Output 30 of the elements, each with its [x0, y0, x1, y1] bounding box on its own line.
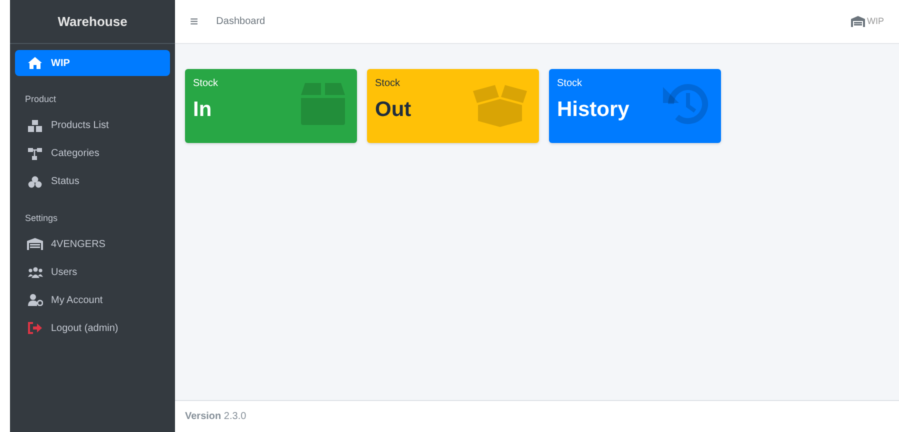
- users-icon: [28, 266, 42, 278]
- nav-item[interactable]: WIP: [15, 50, 170, 76]
- hierarchy-icon: [28, 148, 42, 160]
- home-icon: [28, 57, 42, 69]
- nav-item[interactable]: Status: [15, 168, 170, 194]
- stock-card[interactable]: Stock History: [549, 69, 721, 143]
- card-title: History: [557, 97, 630, 123]
- breadcrumb: Dashboard: [216, 15, 266, 29]
- card-title: In: [193, 97, 212, 123]
- nav-item[interactable]: Users: [15, 259, 170, 285]
- stock-card[interactable]: Stock Out: [367, 69, 539, 143]
- warehouse-icon: [27, 238, 43, 250]
- section-header: Product: [24, 93, 58, 106]
- nav-item[interactable]: Logout (admin): [15, 315, 170, 341]
- nav-item[interactable]: Categories: [15, 140, 170, 166]
- card-caption: Stock: [557, 77, 584, 91]
- nav-item[interactable]: My Account: [15, 287, 170, 313]
- card-caption: Stock: [375, 77, 402, 91]
- section-header: Settings: [24, 212, 59, 225]
- user-gear-icon: [28, 294, 42, 306]
- nav-item[interactable]: Products List: [15, 112, 170, 138]
- card-title: Out: [375, 97, 412, 123]
- version-text: Version 2.3.0: [185, 410, 246, 424]
- logout-icon: [28, 322, 42, 334]
- menu-button[interactable]: ≡: [190, 11, 198, 32]
- boxes-icon: [28, 120, 42, 132]
- brand-title: Warehouse: [58, 12, 128, 31]
- warehouse-icon: [851, 16, 865, 27]
- card-caption: Stock: [193, 77, 220, 91]
- nav-item[interactable]: 4VENGERS: [15, 231, 170, 257]
